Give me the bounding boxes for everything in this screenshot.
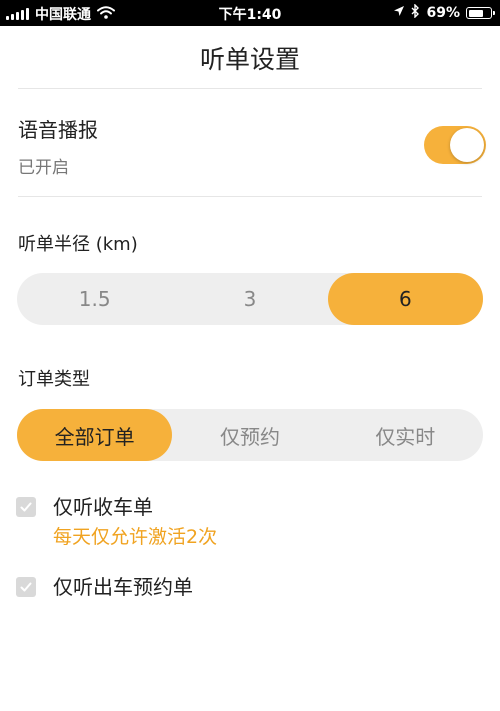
screen: 中国联通 下午1:40 69% 听单设置 语音播报 已开启 听单半径 (km) … bbox=[0, 0, 500, 711]
order-type-all[interactable]: 全部订单 bbox=[17, 409, 173, 461]
order-type-realtime[interactable]: 仅实时 bbox=[328, 409, 483, 461]
radius-option-3[interactable]: 3 bbox=[172, 273, 327, 325]
radius-option-6[interactable]: 6 bbox=[327, 273, 483, 325]
battery-level bbox=[468, 9, 483, 17]
battery-icon bbox=[466, 7, 495, 19]
order-type-selector: 全部订单 仅预约 仅实时 bbox=[17, 409, 483, 461]
page-title: 听单设置 bbox=[199, 45, 300, 74]
outbound-reservation-text: 仅听出车预约单 bbox=[53, 574, 193, 600]
order-type-label: 订单类型 bbox=[18, 369, 90, 390]
checkbox-row-pickup-only: 仅听收车单 每天仅允许激活2次 bbox=[16, 494, 217, 550]
order-type-reservation[interactable]: 仅预约 bbox=[172, 409, 327, 461]
status-right: 69% bbox=[393, 3, 495, 22]
radius-option-1-5[interactable]: 1.5 bbox=[17, 273, 172, 325]
checkmark-icon bbox=[20, 502, 32, 512]
settings-sheet: 听单设置 语音播报 已开启 听单半径 (km) 1.5 3 6 订单类型 全部订… bbox=[0, 26, 500, 711]
voice-broadcast-title: 语音播报 bbox=[18, 118, 98, 142]
divider bbox=[18, 196, 482, 197]
activation-limit-hint: 每天仅允许激活2次 bbox=[53, 526, 218, 548]
outbound-reservation-checkbox[interactable] bbox=[16, 577, 36, 597]
bluetooth-icon bbox=[411, 3, 420, 22]
voice-broadcast-status: 已开启 bbox=[18, 158, 69, 178]
checkbox-row-outbound-reservation: 仅听出车预约单 bbox=[16, 574, 193, 600]
battery-percent: 69% bbox=[426, 5, 460, 21]
divider bbox=[18, 88, 482, 89]
pickup-only-text: 仅听收车单 每天仅允许激活2次 bbox=[53, 494, 217, 550]
checkmark-icon bbox=[20, 582, 32, 592]
location-arrow-icon bbox=[393, 5, 405, 21]
pickup-only-checkbox[interactable] bbox=[16, 497, 36, 517]
voice-broadcast-toggle[interactable] bbox=[424, 126, 486, 164]
status-bar: 中国联通 下午1:40 69% bbox=[0, 0, 500, 26]
radius-selector: 1.5 3 6 bbox=[17, 273, 483, 325]
toggle-knob bbox=[450, 128, 484, 162]
outbound-reservation-label: 仅听出车预约单 bbox=[53, 575, 193, 599]
pickup-only-label: 仅听收车单 bbox=[53, 495, 153, 519]
radius-label: 听单半径 (km) bbox=[18, 234, 138, 255]
